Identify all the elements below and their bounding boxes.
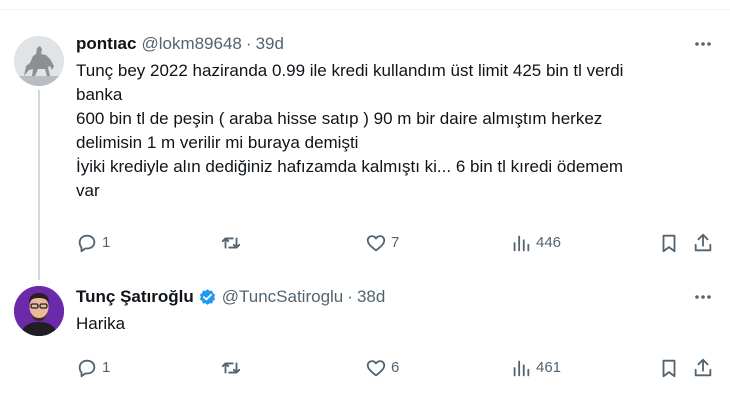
tweet-text-line: banka <box>76 85 123 104</box>
tweet-text: Harika <box>76 312 714 336</box>
tweet-reply-pontiac[interactable]: pontıac @lokm89648 · 39d Tunç bey 2022 h… <box>0 28 730 280</box>
share-button[interactable] <box>692 231 714 255</box>
reply-count: 1 <box>102 359 111 376</box>
views-count: 461 <box>536 359 562 376</box>
retweet-icon <box>221 362 241 374</box>
views-count: 446 <box>536 234 562 251</box>
profile-photo <box>14 286 64 336</box>
heart-icon <box>366 235 386 252</box>
thread-line <box>38 90 40 280</box>
tweet-text-line: delimisin 1 m verilir mi buraya demişti <box>76 133 359 152</box>
separator: · <box>347 287 353 306</box>
more-dots-icon <box>695 42 711 46</box>
avatar[interactable] <box>14 36 64 86</box>
like-button[interactable]: 6 <box>365 356 399 380</box>
bookmark-icon <box>662 234 676 253</box>
tweet-text: Tunç bey 2022 haziranda 0.99 ile kredi k… <box>76 59 714 203</box>
like-count: 6 <box>391 359 400 376</box>
verified-badge <box>198 288 217 307</box>
more-button[interactable] <box>692 33 714 55</box>
reply-button[interactable]: 1 <box>76 356 110 380</box>
reply-icon <box>78 234 96 253</box>
reply-count: 1 <box>102 234 111 251</box>
more-button[interactable] <box>692 286 714 308</box>
handle[interactable]: @lokm89648 <box>141 33 241 55</box>
tweet-text-line: İyiki krediyle alın dediğiniz hafızamda … <box>76 157 624 176</box>
verified-badge-icon <box>199 288 215 305</box>
avatar[interactable] <box>14 286 64 336</box>
action-bar: 1 7 446 <box>76 231 714 255</box>
more-dots-icon <box>695 295 711 299</box>
retweet-button[interactable] <box>219 356 247 380</box>
reply-icon <box>78 359 96 378</box>
retweet-button[interactable] <box>219 231 247 255</box>
tweet-text-line: var <box>76 181 100 200</box>
views-icon <box>513 360 530 377</box>
tweet-text-line: Tunç bey 2022 haziranda 0.99 ile kredi k… <box>76 61 624 80</box>
like-button[interactable]: 7 <box>365 231 399 255</box>
handle[interactable]: @TuncSatiroglu <box>222 286 344 308</box>
retweet-icon <box>221 237 241 249</box>
bookmark-button[interactable] <box>658 356 680 380</box>
tweet-header: pontıac @lokm89648 · 39d <box>76 33 714 55</box>
share-icon <box>694 233 712 252</box>
tweet-text-line: 600 bin tl de peşin ( araba hisse satıp … <box>76 109 603 128</box>
tweet-text-line: Harika <box>76 314 126 333</box>
timestamp[interactable]: 38d <box>357 286 385 308</box>
action-bar: 1 6 461 <box>76 356 714 380</box>
bookmark-icon <box>662 359 676 378</box>
separator: · <box>245 34 252 53</box>
tweet-reply-tunc[interactable]: Tunç Şatıroğlu @TuncSatiroglu · 38d Hari… <box>0 272 730 417</box>
share-icon <box>694 358 712 377</box>
bookmark-button[interactable] <box>658 231 680 255</box>
display-name[interactable]: pontıac <box>76 33 136 55</box>
views-button[interactable]: 446 <box>510 231 561 255</box>
horse-rider-statue-icon <box>14 36 64 86</box>
like-count: 7 <box>391 234 400 251</box>
views-icon <box>513 235 530 252</box>
share-button[interactable] <box>692 356 714 380</box>
top-divider <box>0 0 730 10</box>
timestamp[interactable]: 39d <box>256 33 284 55</box>
display-name[interactable]: Tunç Şatıroğlu <box>76 286 194 308</box>
tweet-header: Tunç Şatıroğlu @TuncSatiroglu · 38d <box>76 286 714 308</box>
reply-button[interactable]: 1 <box>76 231 110 255</box>
views-button[interactable]: 461 <box>510 356 561 380</box>
heart-icon <box>366 360 386 377</box>
